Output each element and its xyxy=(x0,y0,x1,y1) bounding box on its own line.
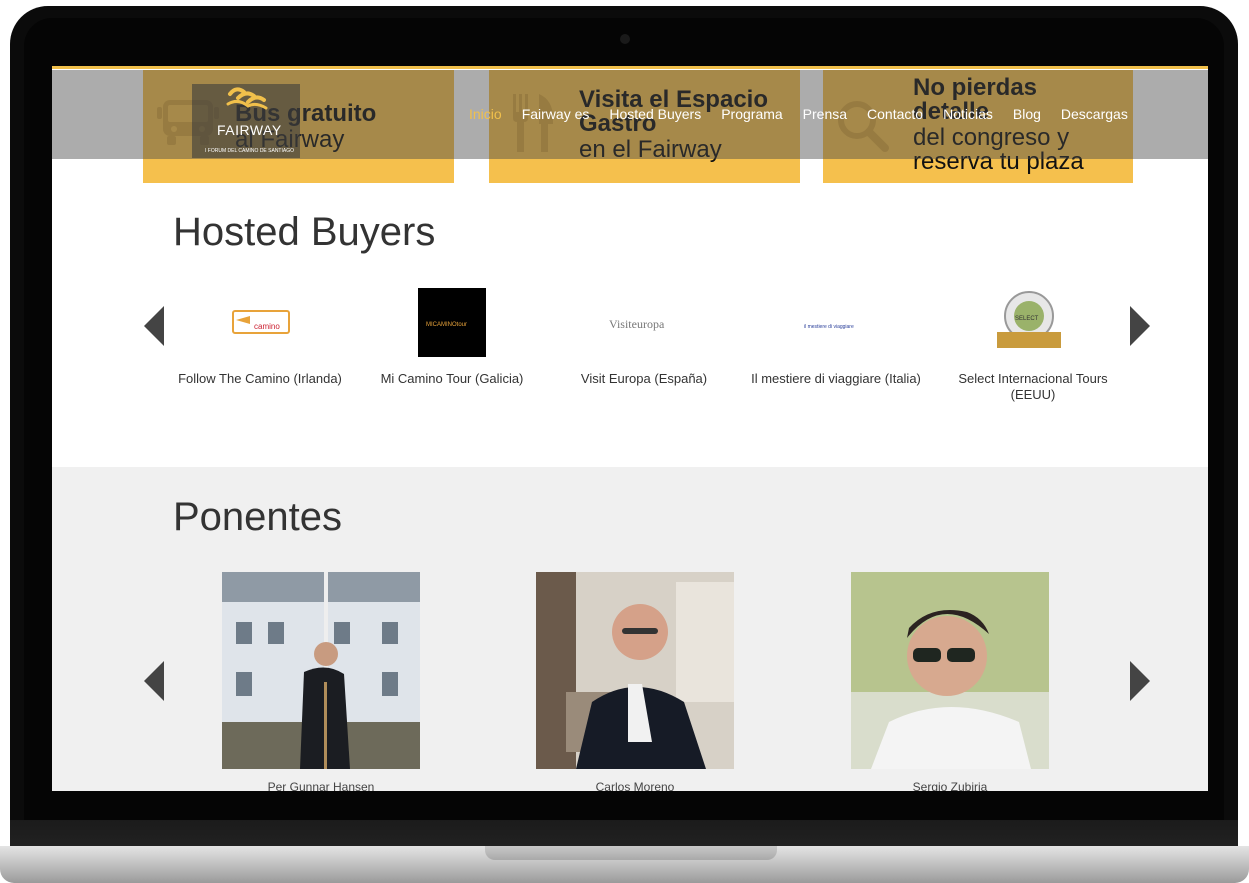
nav-descargas[interactable]: Descargas xyxy=(1061,106,1128,126)
header-accent-line xyxy=(52,66,1208,69)
ponente-name-2: Carlos Moreno xyxy=(595,780,675,791)
fairway-logo[interactable] xyxy=(192,84,300,158)
ponente-name-3: Sergio Zubiria xyxy=(912,780,988,791)
nav-contacto[interactable]: Contacto xyxy=(867,106,923,126)
ponente-photo-2[interactable] xyxy=(536,572,734,769)
svg-text:Visiteuropa: Visiteuropa xyxy=(609,317,665,331)
ponente-name-1: Per Gunnar Hansen xyxy=(267,780,375,791)
buyer-mi-camino-tour[interactable]: Mi Camino Tour (Galicia) xyxy=(362,371,542,387)
ponente-photo-3[interactable] xyxy=(851,572,1049,769)
buyer-logo-visit-europa[interactable]: Visiteuropa xyxy=(607,314,681,334)
buyer-logo-follow-the-camino[interactable]: camino xyxy=(232,310,290,334)
nav-hosted-buyers[interactable]: Hosted Buyers xyxy=(609,106,701,126)
nav-inicio[interactable]: Inicio xyxy=(469,106,502,126)
buyer-follow-the-camino[interactable]: Follow The Camino (Irlanda) xyxy=(170,371,350,387)
buyer-il-mestiere[interactable]: Il mestiere di viaggiare (Italia) xyxy=(746,371,926,387)
ponentes-title: Ponentes xyxy=(173,495,343,539)
nav-fairway-es[interactable]: Fairway es xyxy=(522,106,590,126)
hosted-buyers-title: Hosted Buyers xyxy=(173,210,436,254)
ponentes-next-arrow[interactable] xyxy=(1130,661,1150,701)
ponentes-prev-arrow[interactable] xyxy=(144,661,164,701)
nav-blog[interactable]: Blog xyxy=(1013,106,1041,126)
camera xyxy=(620,34,630,44)
nav-programa[interactable]: Programa xyxy=(721,106,782,126)
hosted-buyers-next-arrow[interactable] xyxy=(1130,306,1150,346)
svg-text:camino: camino xyxy=(254,322,280,331)
svg-text:il mestiere di viaggiare: il mestiere di viaggiare xyxy=(804,324,854,330)
laptop-frame: Bus gratuito al Fairway Visita el Espaci… xyxy=(0,0,1249,883)
buyer-select-internacional[interactable]: Select Internacional Tours (EEUU) xyxy=(938,371,1128,403)
laptop-notch xyxy=(485,846,777,860)
svg-text:MICAMINOtour: MICAMINOtour xyxy=(426,322,467,328)
svg-text:SELECT: SELECT xyxy=(1015,316,1039,322)
nav-prensa[interactable]: Prensa xyxy=(803,106,847,126)
buyer-logo-mi-camino-tour[interactable]: MICAMINOtour xyxy=(418,288,486,357)
buyer-logo-il-mestiere[interactable]: il mestiere di viaggiare xyxy=(804,318,874,332)
website-screen: Bus gratuito al Fairway Visita el Espaci… xyxy=(52,66,1208,791)
logo-text: FAIRWAY xyxy=(217,122,282,138)
buyer-visit-europa[interactable]: Visit Europa (España) xyxy=(554,371,734,387)
hosted-buyers-prev-arrow[interactable] xyxy=(144,306,164,346)
logo-subtitle: I FORUM DEL CAMINO DE SANTIAGO xyxy=(205,148,294,154)
nav-noticias[interactable]: Noticias xyxy=(943,106,993,126)
main-nav: Inicio Fairway es Hosted Buyers Programa… xyxy=(469,106,1148,126)
ponente-photo-1[interactable] xyxy=(222,572,420,769)
buyer-logo-select-internacional[interactable]: SELECT xyxy=(993,286,1065,356)
